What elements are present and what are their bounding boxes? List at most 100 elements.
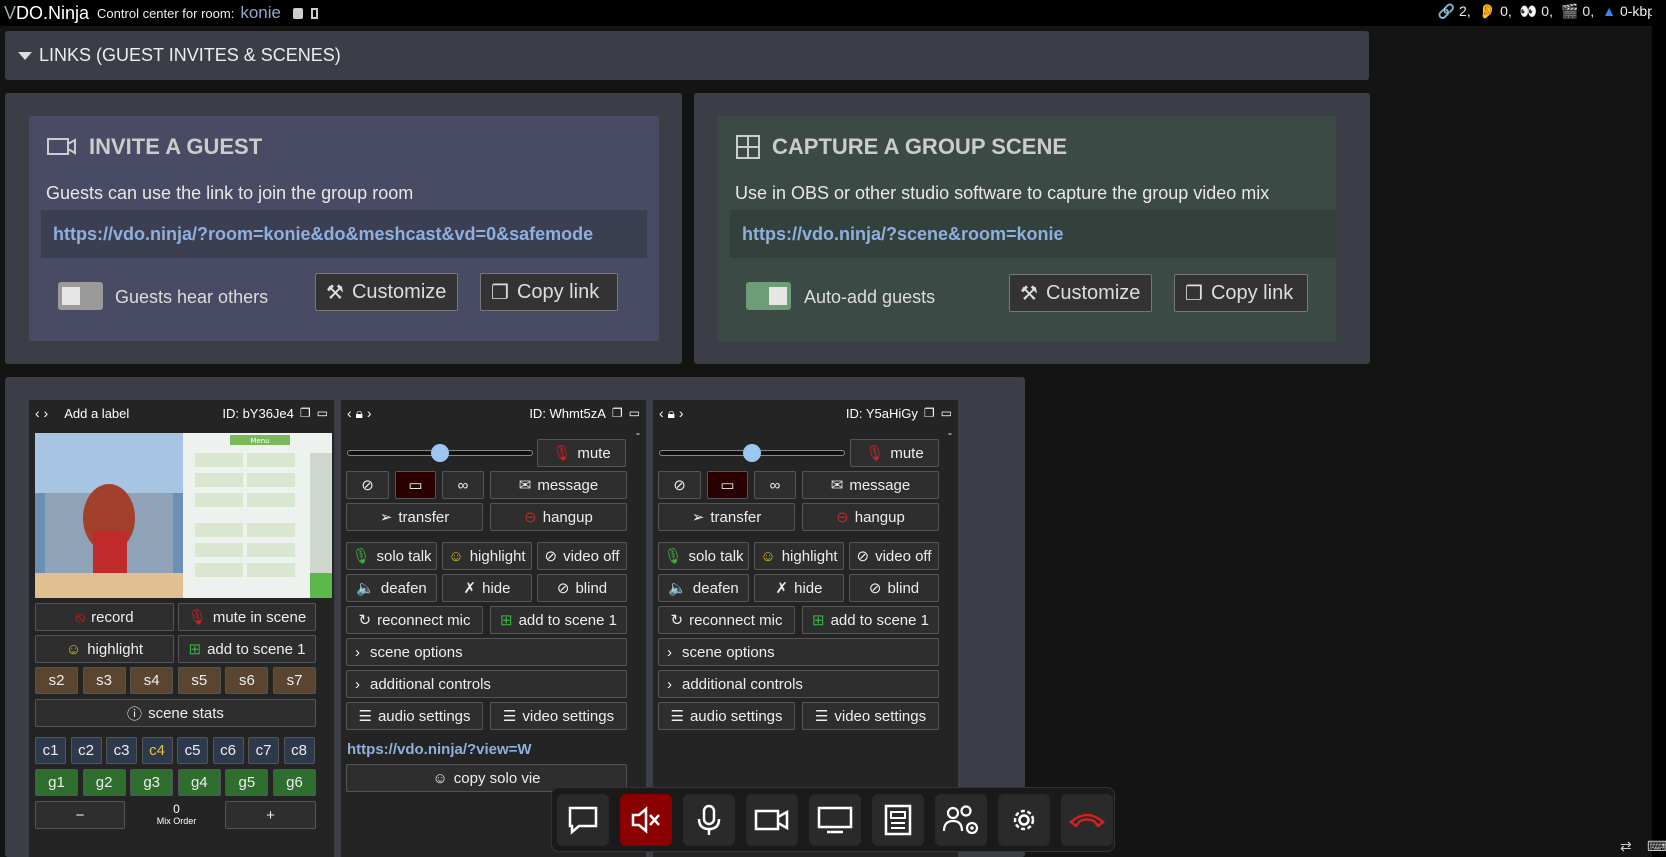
popout-icon[interactable]: ▭	[941, 406, 952, 420]
transfer-button[interactable]: ➢ transfer	[658, 503, 795, 531]
scene-customize-button[interactable]: ⚒ Customize	[1009, 274, 1152, 312]
reorder-lock-icon[interactable]: ‹ 🔒︎ ›	[347, 405, 372, 422]
channel-c5-button[interactable]: c5	[177, 737, 208, 764]
solo-view-url[interactable]: https://vdo.ninja/?view=W	[347, 741, 532, 758]
layout-button[interactable]	[872, 794, 924, 846]
translate-icon[interactable]: ⇄	[1620, 838, 1632, 855]
auto-add-toggle[interactable]	[746, 282, 791, 310]
additional-controls-toggle[interactable]: › additional controls	[346, 670, 627, 698]
deafen-button[interactable]: 🔈 deafen	[346, 574, 437, 602]
spy-button[interactable]: ∞	[754, 471, 796, 499]
scene-s6-button[interactable]: s6	[225, 667, 269, 694]
scene-stats-button[interactable]: ⓘ scene stats	[35, 699, 316, 727]
camera-toggle-button[interactable]: ▭	[707, 471, 748, 499]
reconnect-mic-button[interactable]: ↻ reconnect mic	[346, 606, 483, 634]
add-to-scene-button[interactable]: ⊞ add to scene 1	[802, 606, 939, 634]
hangup-button[interactable]: ⊖ hangup	[802, 503, 939, 531]
highlight-button[interactable]: ☺ highlight	[754, 542, 844, 570]
invite-url[interactable]: https://vdo.ninja/?room=konie&do&meshcas…	[41, 210, 647, 258]
group-g4-button[interactable]: g4	[177, 769, 221, 796]
highlight-button[interactable]: ☺ highlight	[35, 635, 174, 663]
group-g3-button[interactable]: g3	[130, 769, 174, 796]
hangup-button[interactable]: ⊖ hangup	[490, 503, 627, 531]
solo-talk-button[interactable]: 🎙 solo talk	[658, 542, 749, 570]
copy-id-icon[interactable]: ❐	[300, 406, 311, 420]
reorder-lock-icon[interactable]: ‹ 🔒︎ ›	[659, 405, 684, 422]
hide-button[interactable]: ✗ hide	[754, 574, 844, 602]
hide-button[interactable]: ✗ hide	[442, 574, 532, 602]
audio-settings-button[interactable]: ☰ audio settings	[658, 702, 795, 730]
channel-c2-button[interactable]: c2	[70, 737, 102, 764]
volume-slider-knob[interactable]	[431, 444, 449, 462]
video-settings-button[interactable]: ☰ video settings	[802, 702, 939, 730]
channel-c6-button[interactable]: c6	[212, 737, 244, 764]
camera-button[interactable]	[746, 794, 798, 846]
guest-label[interactable]: Add a label	[64, 406, 129, 421]
microphone-button[interactable]	[683, 794, 735, 846]
volume-slider-knob[interactable]	[743, 444, 761, 462]
message-button[interactable]: ✉ message	[802, 471, 939, 499]
reorder-arrows-icon[interactable]: ‹ ›	[35, 405, 48, 421]
channel-c8-button[interactable]: c8	[283, 737, 315, 764]
message-button[interactable]: ✉ message	[490, 471, 627, 499]
channel-c4-button[interactable]: c4	[141, 737, 173, 764]
channel-c3-button[interactable]: c3	[106, 737, 137, 764]
keyboard-icon[interactable]: ⌨	[1647, 838, 1666, 855]
guests-hear-toggle[interactable]	[58, 282, 103, 310]
speaker-mute-button[interactable]	[620, 794, 672, 846]
popout-icon[interactable]: ▭	[317, 406, 328, 420]
solo-talk-button[interactable]: 🎙 solo talk	[346, 542, 437, 570]
highlight-button[interactable]: ☺ highlight	[442, 542, 532, 570]
mute-button[interactable]: 🎙 mute	[850, 439, 939, 467]
video-settings-button[interactable]: ☰ video settings	[490, 702, 627, 730]
invite-copy-button[interactable]: ❐ Copy link	[480, 273, 618, 311]
guest-video-preview[interactable]: Menu	[35, 433, 332, 598]
invite-customize-button[interactable]: ⚒ Customize	[315, 273, 458, 311]
chat-button[interactable]	[557, 794, 609, 846]
scene-options-toggle[interactable]: › scene options	[658, 638, 939, 666]
channel-c1-button[interactable]: c1	[35, 737, 66, 764]
add-to-scene-button[interactable]: ⊞ add to scene 1	[490, 606, 627, 634]
scene-copy-button[interactable]: ❐ Copy link	[1174, 274, 1308, 312]
hangup-call-button[interactable]	[1061, 794, 1113, 846]
copy-id-icon[interactable]: ❐	[612, 406, 623, 420]
scene-url[interactable]: https://vdo.ninja/?scene&room=konie	[730, 210, 1336, 258]
audio-settings-button[interactable]: ☰ audio settings	[346, 702, 483, 730]
transfer-button[interactable]: ➢ transfer	[346, 503, 483, 531]
links-section-toggle[interactable]: LINKS (GUEST INVITES & SCENES)	[5, 31, 1369, 80]
record-button[interactable]: ⦸ record	[35, 603, 174, 631]
save-icon[interactable]	[292, 7, 303, 19]
scene-s7-button[interactable]: s7	[273, 667, 316, 694]
hide-video-button[interactable]: ⊘	[658, 471, 701, 499]
blind-button[interactable]: ⊘ blind	[849, 574, 939, 602]
additional-controls-toggle[interactable]: › additional controls	[658, 670, 939, 698]
mix-order-minus-button[interactable]: −	[35, 801, 125, 829]
settings-button[interactable]	[998, 794, 1050, 846]
mix-order-plus-button[interactable]: +	[225, 801, 316, 829]
copy-id-icon[interactable]: ❐	[924, 406, 935, 420]
deafen-button[interactable]: 🔈 deafen	[658, 574, 749, 602]
scene-s3-button[interactable]: s3	[82, 667, 126, 694]
channel-c7-button[interactable]: c7	[248, 737, 279, 764]
camera-toggle-button[interactable]: ▭	[395, 471, 436, 499]
group-g5-button[interactable]: g5	[225, 769, 269, 796]
spy-button[interactable]: ∞	[442, 471, 484, 499]
mute-in-scene-button[interactable]: 🎙 mute in scene	[178, 603, 316, 631]
video-off-button[interactable]: ⊘ video off	[537, 542, 627, 570]
hide-video-button[interactable]: ⊘	[346, 471, 389, 499]
group-g1-button[interactable]: g1	[35, 769, 78, 796]
reconnect-mic-button[interactable]: ↻ reconnect mic	[658, 606, 795, 634]
add-to-scene-button[interactable]: ⊞ add to scene 1	[178, 635, 316, 663]
scene-options-toggle[interactable]: › scene options	[346, 638, 627, 666]
scene-s5-button[interactable]: s5	[177, 667, 221, 694]
mute-button[interactable]: 🎙 mute	[537, 439, 626, 467]
popout-icon[interactable]: ▭	[629, 406, 640, 420]
blind-button[interactable]: ⊘ blind	[537, 574, 627, 602]
screenshare-button[interactable]	[809, 794, 861, 846]
scene-s2-button[interactable]: s2	[35, 667, 78, 694]
group-g2-button[interactable]: g2	[82, 769, 126, 796]
right-scrollbar[interactable]	[1652, 0, 1666, 857]
participants-settings-button[interactable]	[935, 794, 987, 846]
scene-s4-button[interactable]: s4	[130, 667, 174, 694]
video-off-button[interactable]: ⊘ video off	[849, 542, 939, 570]
